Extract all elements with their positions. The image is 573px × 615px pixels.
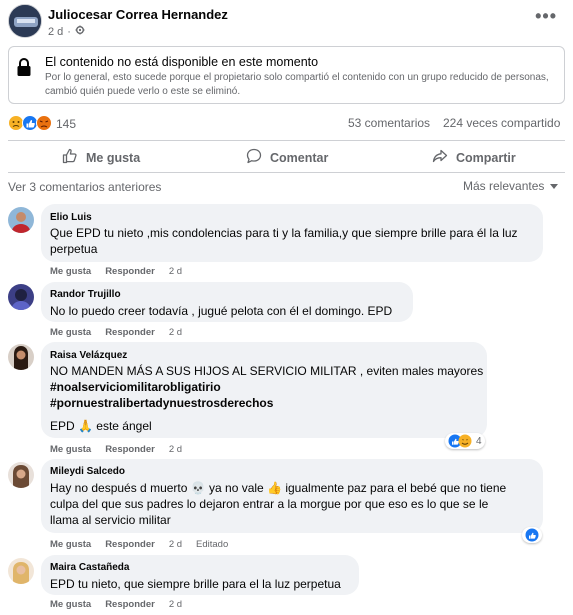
divider-top [8,140,565,141]
comment-text: Hay no después d muerto 💀 ya no vale 👍 i… [50,480,506,528]
reaction-icons[interactable] [8,114,54,132]
comment-button[interactable]: Comentar [246,148,328,167]
comment-line: Hay no después d muerto 💀 ya no vale 👍 i… [50,481,507,495]
comment-like-link[interactable]: Me gusta [50,539,91,550]
avatar[interactable] [8,462,34,488]
comment-actions: Me gusta Responder 2 d [50,599,182,610]
comment-text: EPD tu nieto, que siempre brille para el… [50,576,341,592]
comment-like-link[interactable]: Me gusta [50,444,91,455]
share-label: Compartir [456,150,516,165]
comment-actions: Me gusta Responder 2 d Editado [50,539,228,550]
sort-dropdown[interactable]: Más relevantes [463,179,559,193]
hashtag-link[interactable]: #noalserviciomilitarobligatirio [50,379,483,395]
speech-bubble-icon [246,148,262,167]
comment-time[interactable]: 2 d [169,266,182,277]
divider-bottom [8,172,565,173]
comment-text: No lo puedo creer todavía , jugué pelota… [50,303,392,319]
comment-reply-link[interactable]: Responder [105,599,155,610]
comment-line: EPD tu nieto, que siempre brille para el… [50,577,341,591]
unavailable-description: Por lo general, esto sucede porque el pr… [45,72,549,97]
comment-line: perpetua [50,242,98,256]
comment-edited-label: Editado [196,539,229,550]
comment-author[interactable]: Maira Castañeda [50,562,129,573]
avatar[interactable] [8,344,34,370]
more-options-button[interactable]: ••• [535,6,557,27]
comment-time[interactable]: 2 d [169,539,182,550]
post-author-avatar[interactable] [8,4,42,38]
comment-actions: Me gusta Responder 2 d [50,444,182,455]
share-button[interactable]: Compartir [432,148,516,167]
post-author-name[interactable]: Juliocesar Correa Hernandez [48,7,228,22]
sad-icon [8,115,52,131]
post-meta: 2 d · [48,25,85,38]
post-dot: · [67,25,71,38]
comment-actions: Me gusta Responder 2 d [50,266,182,277]
comment-reactions-badge[interactable] [522,527,542,543]
avatar[interactable] [8,284,34,310]
like-icon [525,528,539,542]
thumbs-up-icon [62,148,78,167]
avatar[interactable] [8,558,34,584]
avatar[interactable] [8,207,34,233]
comment-line: NO MANDEN MÁS A SUS HIJOS AL SERVICIO MI… [50,364,484,378]
shares-count[interactable]: 224 veces compartido [443,116,560,130]
comment-line [50,411,483,418]
comment-time[interactable]: 2 d [169,444,182,455]
comment-reply-link[interactable]: Responder [105,444,155,455]
comment-author[interactable]: Mileydi Salcedo [50,466,125,477]
comment-line: Que EPD tu nieto ,mis condolencias para … [50,226,518,240]
share-arrow-icon [432,148,448,167]
comment-author[interactable]: Raisa Velázquez [50,350,127,361]
comment-like-link[interactable]: Me gusta [50,266,91,277]
comment-reply-link[interactable]: Responder [105,327,155,338]
comment-reply-link[interactable]: Responder [105,539,155,550]
comment-reaction-count: 4 [476,435,482,447]
comment-label: Comentar [270,150,329,165]
comment-text: NO MANDEN MÁS A SUS HIJOS AL SERVICIO MI… [50,363,483,434]
comment-time[interactable]: 2 d [169,327,182,338]
comment-text: Que EPD tu nieto ,mis condolencias para … [50,225,518,257]
comment-reactions-badge[interactable]: 4 [445,433,485,449]
chevron-down-icon [549,179,559,193]
comment-line: llama al servicio militar [50,513,171,527]
comment-author[interactable]: Randor Trujillo [50,289,121,300]
unavailable-title: El contenido no está disponible en este … [45,55,319,69]
comment-actions: Me gusta Responder 2 d [50,327,182,338]
comments-count[interactable]: 53 comentarios [348,116,430,130]
settings-icon [75,25,85,38]
comment-like-link[interactable]: Me gusta [50,327,91,338]
comment-reply-link[interactable]: Responder [105,266,155,277]
comment-like-link[interactable]: Me gusta [50,599,91,610]
comment-author[interactable]: Elio Luis [50,212,92,223]
comment-line: EPD 🙏 este ángel [50,419,152,433]
like-love-icon [448,434,472,448]
hashtag-link[interactable]: #pornuestralibertadynuestrosderechos [50,395,483,411]
like-label: Me gusta [86,150,141,165]
post-time[interactable]: 2 d [48,26,63,38]
lock-icon [16,57,32,82]
like-button[interactable]: Me gusta [62,148,140,167]
comment-line: culpa del que sus padres lo dejaron entr… [50,497,489,511]
reactions-count[interactable]: 145 [56,117,76,131]
comment-time[interactable]: 2 d [169,599,182,610]
sort-label: Más relevantes [463,179,545,193]
comment-line: No lo puedo creer todavía , jugué pelota… [50,304,393,318]
view-previous-comments-link[interactable]: Ver 3 comentarios anteriores [8,180,161,194]
